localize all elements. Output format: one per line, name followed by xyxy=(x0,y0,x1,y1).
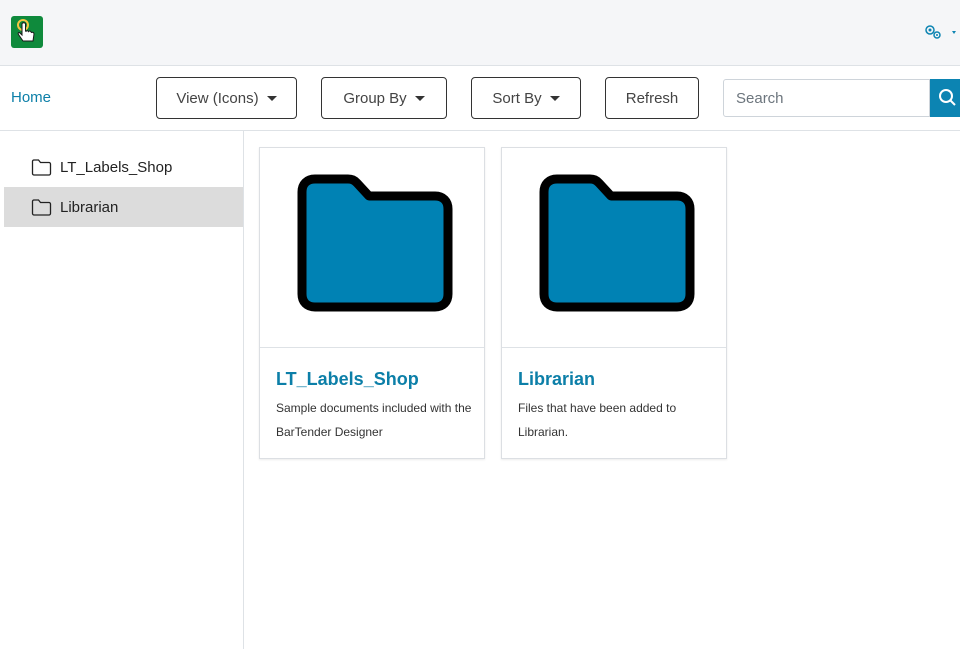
app-logo-icon[interactable] xyxy=(11,16,43,48)
sidebar-item-label: Librarian xyxy=(60,198,119,216)
card-title[interactable]: LT_Labels_Shop xyxy=(276,369,419,390)
sidebar-item-label: LT_Labels_Shop xyxy=(60,158,173,176)
toolbar: Home View (Icons) Group By Sort By Refre… xyxy=(0,66,960,131)
chevron-down-icon xyxy=(414,95,425,101)
chevron-down-icon xyxy=(266,95,277,101)
card-description: Sample documents included with the BarTe… xyxy=(276,401,472,439)
sort-by-dropdown-button[interactable]: Sort By xyxy=(471,77,581,119)
folder-tree-sidebar: LT_Labels_Shop Librarian xyxy=(0,131,244,649)
folder-icon xyxy=(297,174,453,312)
sort-by-button-label: Sort By xyxy=(492,89,542,107)
settings-menu-button[interactable] xyxy=(922,20,960,44)
top-header xyxy=(0,0,960,66)
search-icon xyxy=(939,89,956,106)
card-image xyxy=(260,148,484,348)
folder-card-lt-labels-shop[interactable]: LT_Labels_Shop Sample documents included… xyxy=(259,147,485,459)
card-title[interactable]: Librarian xyxy=(518,369,595,390)
folder-grid: LT_Labels_Shop Sample documents included… xyxy=(244,131,960,649)
group-by-button-label: Group By xyxy=(343,89,407,107)
search-input[interactable] xyxy=(723,79,930,117)
chevron-down-icon xyxy=(549,95,560,101)
sidebar-item-librarian[interactable]: Librarian xyxy=(4,187,243,227)
card-image xyxy=(502,148,726,348)
search-button[interactable] xyxy=(930,79,960,117)
group-by-dropdown-button[interactable]: Group By xyxy=(321,77,447,119)
folder-outline-icon xyxy=(31,198,52,216)
folder-icon xyxy=(539,174,695,312)
gears-icon xyxy=(925,25,956,39)
card-description: Files that have been added to Librarian. xyxy=(518,401,677,439)
sidebar-item-lt-labels-shop[interactable]: LT_Labels_Shop xyxy=(4,147,243,187)
folder-outline-icon xyxy=(31,158,52,176)
refresh-button[interactable]: Refresh xyxy=(605,77,699,119)
home-link[interactable]: Home xyxy=(11,89,51,106)
refresh-button-label: Refresh xyxy=(625,89,679,107)
folder-card-librarian[interactable]: Librarian Files that have been added to … xyxy=(501,147,727,459)
view-dropdown-button[interactable]: View (Icons) xyxy=(156,77,297,119)
view-button-label: View (Icons) xyxy=(176,89,259,107)
